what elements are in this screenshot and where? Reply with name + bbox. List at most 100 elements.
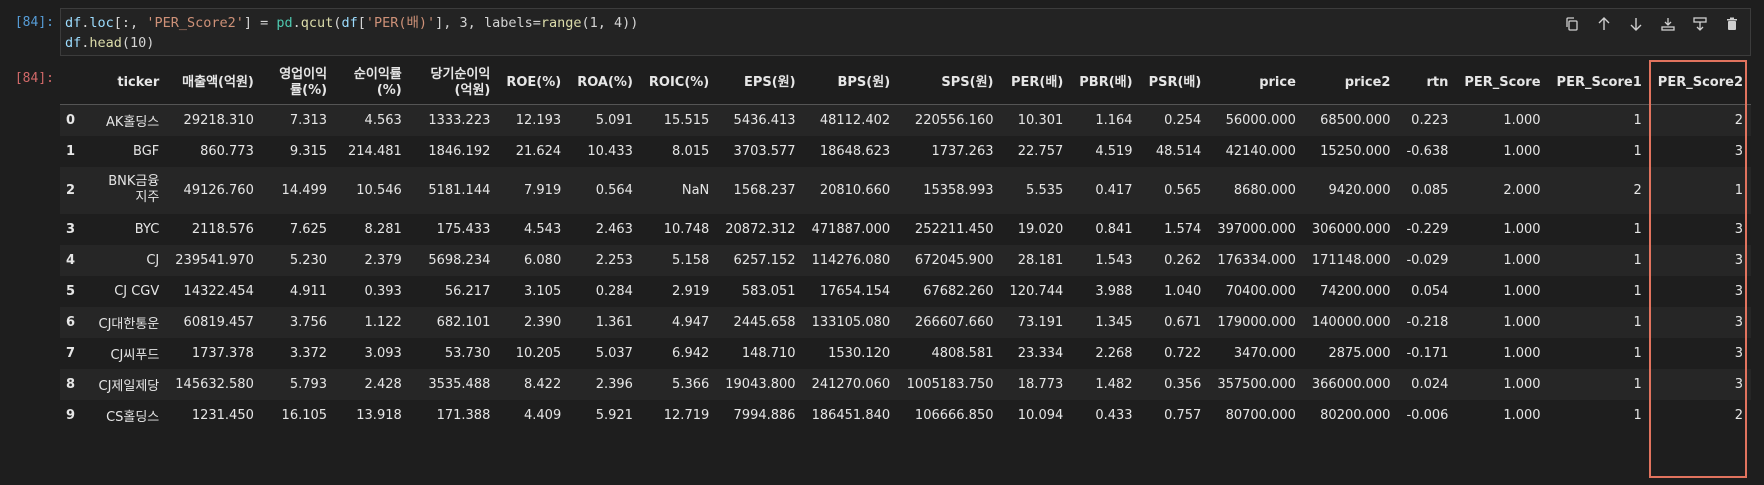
table-cell: 1 [1633, 112, 1642, 128]
table-cell: 18.773 [1017, 376, 1064, 392]
code-line-1: df.loc[:, 'PER_Score2'] = pd.qcut(df['PE… [65, 13, 1750, 33]
move-up-icon[interactable] [1594, 14, 1614, 34]
table-cell: 1 [1633, 283, 1642, 299]
table-cell: 1.000 [1503, 112, 1541, 128]
table-cell: CS홀딩스 [106, 409, 160, 425]
table-cell: 5.921 [595, 407, 633, 423]
row-index: 4 [66, 252, 76, 268]
table-cell: 148.710 [741, 345, 796, 361]
table-cell: 23.334 [1017, 345, 1064, 361]
table-cell: 70400.000 [1225, 283, 1296, 299]
table-cell: 0.223 [1411, 112, 1449, 128]
table-cell: 4808.581 [931, 345, 994, 361]
row-index: 1 [66, 143, 76, 159]
table-cell: 2.253 [595, 252, 633, 268]
row-index: 2 [66, 182, 76, 198]
table-cell: 171.388 [436, 407, 491, 423]
table-cell: 10.748 [663, 221, 710, 237]
table-cell: 5.158 [672, 252, 710, 268]
table-cell: 12.719 [663, 407, 710, 423]
table-cell: 145632.580 [175, 376, 254, 392]
table-cell: 1.000 [1503, 283, 1541, 299]
column-header: PER_Score2 [1649, 62, 1751, 105]
table-cell: 3.372 [289, 345, 328, 361]
table-cell: BYC [134, 221, 160, 237]
table-cell: 1231.450 [191, 407, 254, 423]
table-cell: -0.006 [1406, 407, 1449, 423]
table-cell: 133105.080 [811, 314, 891, 330]
table-cell: 2.428 [364, 376, 402, 392]
duplicate-icon[interactable] [1562, 14, 1582, 34]
table-cell: 10.205 [515, 345, 562, 361]
table-cell: 682.101 [436, 314, 491, 330]
table-cell: -0.171 [1406, 345, 1449, 361]
table-cell: -0.229 [1406, 221, 1449, 237]
table-cell: 2.268 [1095, 345, 1133, 361]
table-row: 1 BGF 860.773 9.315 214.481 1846.192 21.624 10.… [60, 135, 1751, 167]
table-cell: 7.313 [289, 112, 328, 128]
code-token: ], 3, labels= [435, 15, 541, 31]
table-cell: -0.218 [1406, 314, 1449, 330]
table-cell: -0.638 [1406, 143, 1449, 159]
table-row: 5 CJ CGV 14322.454 4.911 0.393 56.217 3.105 0.2… [60, 275, 1751, 307]
table-cell: 3 [1734, 221, 1743, 237]
table-cell: 3 [1734, 252, 1743, 268]
split-cell-icon[interactable] [1690, 14, 1710, 34]
table-cell: 583.051 [741, 283, 796, 299]
table-cell: 1737.263 [931, 143, 994, 159]
table-cell: 7.919 [524, 182, 562, 198]
table-cell: 4.947 [672, 314, 710, 330]
table-cell: 306000.000 [1311, 221, 1391, 237]
table-cell: 357500.000 [1217, 376, 1296, 392]
table-cell: 48.514 [1155, 143, 1202, 159]
table-cell: 214.481 [348, 143, 402, 159]
table-row: 6 CJ대한통운 60819.457 3.756 1.122 682.101 2.390 1.… [60, 306, 1751, 338]
insert-below-icon[interactable] [1658, 14, 1678, 34]
move-down-icon[interactable] [1626, 14, 1646, 34]
row-index: 7 [66, 345, 76, 361]
table-cell: 14.499 [281, 182, 328, 198]
code-editor[interactable]: df.loc[:, 'PER_Score2'] = pd.qcut(df['PE… [60, 8, 1751, 56]
table-cell: 19043.800 [725, 376, 796, 392]
table-cell: 2 [1734, 407, 1743, 423]
table-cell: 3.093 [364, 345, 402, 361]
column-header: PER_Score1 [1548, 62, 1650, 105]
table-cell: 14322.454 [183, 283, 254, 299]
table-cell: 0.671 [1164, 314, 1202, 330]
table-cell: 9420.000 [1328, 182, 1391, 198]
table-cell: 1.543 [1095, 252, 1133, 268]
table-cell: 6.942 [672, 345, 710, 361]
code-token: . [292, 15, 301, 31]
column-header: ticker [90, 62, 168, 105]
table-cell: 2.000 [1503, 182, 1541, 198]
table-cell: 1.345 [1095, 314, 1133, 330]
code-token: [:, [113, 15, 147, 31]
table-cell: 1 [1633, 143, 1642, 159]
table-cell: 74200.000 [1320, 283, 1391, 299]
table-cell: 220556.160 [914, 112, 994, 128]
table-cell: 22.757 [1017, 143, 1064, 159]
code-token: head [89, 35, 122, 51]
table-cell: 68500.000 [1320, 112, 1391, 128]
table-cell: 186451.840 [811, 407, 891, 423]
table-cell: 0.054 [1411, 283, 1449, 299]
delete-icon[interactable] [1722, 14, 1742, 34]
table-cell: 0.393 [364, 283, 402, 299]
table-cell: 0.262 [1164, 252, 1202, 268]
table-cell: 0.757 [1164, 407, 1202, 423]
table-cell: 1.000 [1503, 221, 1541, 237]
table-cell: 8.422 [524, 376, 562, 392]
table-cell: 67682.260 [923, 283, 994, 299]
table-cell: 73.191 [1017, 314, 1064, 330]
table-cell: 2.379 [364, 252, 402, 268]
table-cell: 171148.000 [1311, 252, 1391, 268]
table-cell: 18648.623 [819, 143, 891, 159]
table-cell: 1 [1734, 182, 1743, 198]
table-cell: 3 [1734, 345, 1743, 361]
table-cell: 114276.080 [811, 252, 891, 268]
table-cell: 1 [1633, 221, 1642, 237]
table-cell: CJ CGV [114, 283, 160, 299]
input-prompt: [84]: [14, 15, 54, 30]
row-index: 6 [66, 314, 76, 330]
table-cell: 1846.192 [428, 143, 491, 159]
